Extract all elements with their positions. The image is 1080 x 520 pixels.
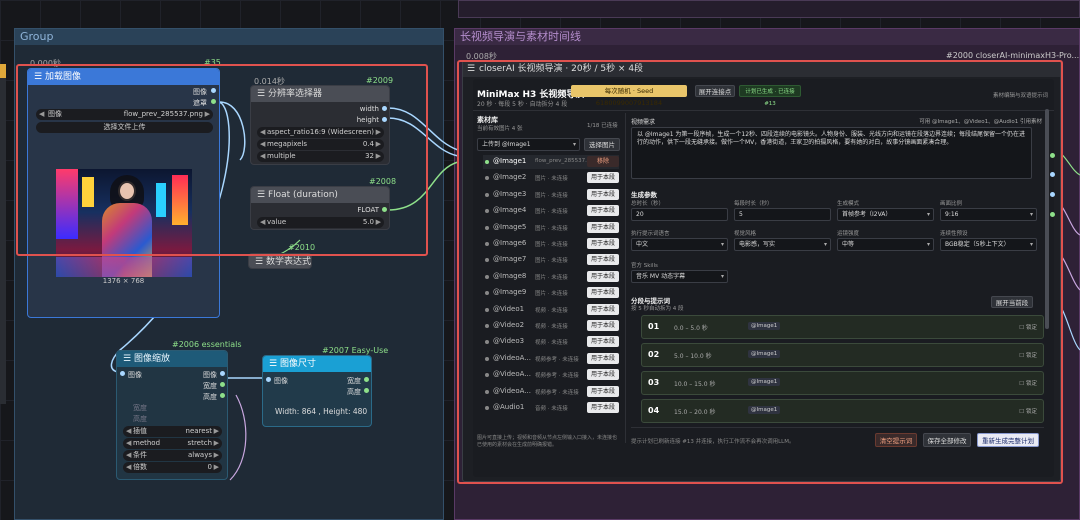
- mult-value-2006: 0: [207, 463, 212, 471]
- output-dot-width-2006[interactable]: [220, 382, 225, 387]
- node-2007-header[interactable]: ☰ 图像尺寸: [263, 356, 371, 372]
- node-2010-header[interactable]: ☰ 数学表达式: [249, 254, 311, 268]
- menu-icon: ☰: [123, 354, 134, 364]
- in-height-label: 高度: [133, 415, 147, 423]
- input-dot-image[interactable]: [120, 371, 125, 376]
- mult-label-2006: 倍数: [133, 463, 147, 471]
- image-size-caption: 1376 × 768: [102, 277, 145, 285]
- interp-value: nearest: [185, 427, 212, 435]
- in-image-label-2007: 图像: [274, 377, 288, 385]
- highlight-director-node: [457, 60, 1063, 484]
- node-2006-header[interactable]: ☰ 图像缩放: [117, 351, 227, 367]
- output-dot-width-2007[interactable]: [364, 377, 369, 382]
- in-image-label: 图像: [128, 371, 142, 379]
- multiple-widget-2006[interactable]: ◀ 倍数 0 ▶: [123, 462, 222, 473]
- node-2006-id: #2006 essentials: [172, 340, 242, 349]
- node-image-scale[interactable]: ☰ 图像缩放 图像 图像 宽度 高度 宽度 高度 ◀ 插值 nearest ▶ ◀ me…: [116, 350, 228, 480]
- node-2007-title: 图像尺寸: [279, 359, 316, 369]
- out-width-label-2006: 宽度: [203, 382, 217, 390]
- out-height-label-2006: 高度: [203, 393, 217, 401]
- menu-icon: ☰: [269, 359, 280, 369]
- out-width-label-2007: 宽度: [347, 377, 361, 385]
- in-width-label: 宽度: [133, 404, 147, 412]
- output-dot-height-2006[interactable]: [220, 393, 225, 398]
- input-dot-image-2007[interactable]: [266, 377, 271, 382]
- node-image-size[interactable]: ☰ 图像尺寸 图像 宽度 高度 Width: 864 , Height: 480: [262, 355, 372, 427]
- method-value: stretch: [187, 439, 212, 447]
- condition-widget[interactable]: ◀ 条件 always ▶: [123, 450, 222, 461]
- node-2006-title: 图像缩放: [133, 354, 170, 364]
- menu-icon: ☰: [255, 257, 266, 267]
- out-image-label: 图像: [203, 371, 217, 379]
- node-2000-id: #2000 closerAI-minimaxH3-Pro...: [946, 51, 1080, 60]
- cond-label: 条件: [133, 451, 147, 459]
- output-dot-height-2007[interactable]: [364, 388, 369, 393]
- method-widget[interactable]: ◀ method stretch ▶: [123, 438, 222, 449]
- out-height-label-2007: 高度: [347, 388, 361, 396]
- node-2007-id: #2007 Easy-Use: [322, 346, 389, 355]
- method-label: method: [133, 439, 161, 447]
- node-2010-title: 数学表达式: [265, 257, 311, 267]
- highlight-left-nodes: [16, 64, 428, 256]
- interp-label: 插值: [133, 427, 147, 435]
- interp-widget[interactable]: ◀ 插值 nearest ▶: [123, 426, 222, 437]
- cond-value: always: [187, 451, 212, 459]
- output-dot-image-2006[interactable]: [220, 371, 225, 376]
- size-result: Width: 864 , Height: 480: [275, 407, 368, 416]
